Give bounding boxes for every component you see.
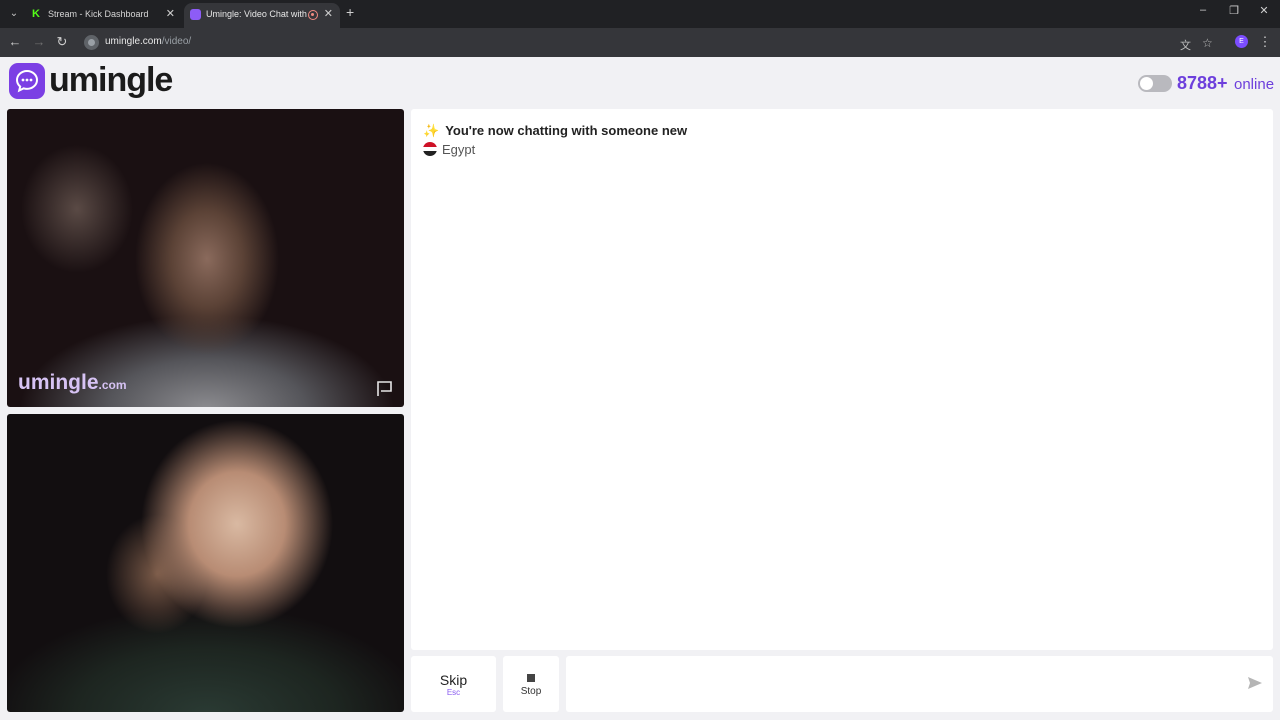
egypt-flag-icon	[423, 142, 437, 156]
umingle-icon	[190, 9, 201, 20]
recording-indicator-icon	[308, 10, 318, 20]
site-info-icon[interactable]	[84, 35, 99, 50]
forward-button[interactable]: →	[31, 34, 47, 50]
sparkles-icon: ✨	[423, 123, 440, 138]
browser-menu-icon[interactable]: ⋮	[1257, 34, 1273, 50]
umingle-watermark: umingle.com	[18, 371, 127, 394]
tab-search-icon[interactable]: ⌄	[6, 6, 22, 22]
stop-button[interactable]: Stop	[503, 656, 559, 712]
tab-label: Umingle: Video Chat with St	[206, 9, 310, 19]
tab-kick-dashboard[interactable]: K Stream - Kick Dashboard ✕	[26, 3, 182, 28]
stranger-video: umingle.com	[7, 109, 404, 407]
tab-close-icon[interactable]: ✕	[166, 3, 175, 26]
message-composer	[566, 656, 1273, 712]
brand-name: umingle	[49, 61, 173, 99]
bookmark-star-icon[interactable]: ☆	[1202, 36, 1213, 50]
profile-avatar[interactable]: E	[1235, 35, 1248, 48]
reload-button[interactable]: ↻	[54, 34, 70, 50]
restore-button[interactable]: ❐	[1226, 4, 1242, 17]
system-message: ✨ You're now chatting with someone new	[423, 123, 688, 138]
url-text: umingle.com/video/	[105, 36, 192, 47]
self-video	[7, 414, 404, 712]
tab-umingle[interactable]: Umingle: Video Chat with St ✕	[184, 3, 340, 28]
umingle-page: umingle 8788+ online umingle.com ✨ You're…	[0, 57, 1280, 720]
message-input[interactable]	[574, 666, 1224, 702]
skip-shortcut-hint: Esc	[446, 688, 461, 697]
online-indicator: 8788+ online	[1138, 73, 1274, 97]
chat-bubble-icon	[9, 63, 45, 99]
tab-close-icon[interactable]: ✕	[324, 3, 333, 26]
online-label: online	[1234, 76, 1275, 93]
theme-toggle[interactable]	[1138, 75, 1172, 92]
minimize-button[interactable]: –	[1195, 4, 1211, 16]
stranger-country: Egypt	[423, 142, 475, 157]
browser-toolbar: ← → ↻ umingle.com/video/ 文 ☆ E ⋮	[0, 28, 1280, 57]
chat-panel: ✨ You're now chatting with someone new Eg…	[411, 109, 1273, 650]
skip-button[interactable]: Skip Esc	[411, 656, 496, 712]
online-count: 8788+	[1177, 73, 1228, 93]
back-button[interactable]: ←	[7, 34, 23, 50]
report-flag-icon[interactable]	[376, 381, 394, 402]
stop-icon	[527, 674, 535, 682]
tab-label: Stream - Kick Dashboard	[48, 9, 149, 19]
browser-tab-bar: ⌄ K Stream - Kick Dashboard ✕ Umingle: V…	[0, 0, 1280, 28]
window-close-button[interactable]: ✕	[1256, 4, 1272, 17]
new-tab-button[interactable]: +	[346, 4, 354, 20]
address-bar[interactable]: umingle.com/video/ 文 ☆	[80, 31, 1213, 54]
translate-icon[interactable]: 文	[1180, 37, 1191, 53]
send-icon[interactable]	[1247, 676, 1263, 695]
kick-icon: K	[32, 8, 40, 20]
